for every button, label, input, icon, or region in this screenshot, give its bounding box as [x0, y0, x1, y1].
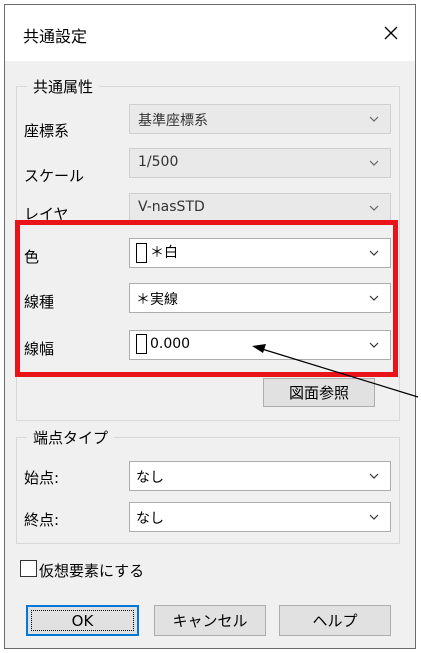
close-button[interactable] — [375, 17, 407, 49]
virtual-element-label: 仮想要素にする — [39, 562, 145, 580]
coord-value: 基準座標系 — [138, 113, 208, 129]
chevron-down-icon — [369, 205, 379, 211]
start-point-label: 始点: — [24, 469, 60, 487]
chevron-down-icon — [369, 473, 379, 479]
chevron-down-icon — [369, 514, 379, 520]
annotation-highlight-box — [15, 220, 398, 377]
coord-select[interactable]: 基準座標系 — [129, 104, 391, 134]
scale-label: スケール — [24, 167, 85, 185]
ok-button[interactable]: OK — [26, 605, 139, 636]
scale-select[interactable]: 1/500 — [129, 148, 391, 178]
common-attributes-title: 共通属性 — [27, 76, 100, 97]
virtual-element-checkbox[interactable] — [20, 560, 37, 577]
coord-label: 座標系 — [24, 122, 70, 140]
help-button[interactable]: ヘルプ — [279, 605, 391, 636]
chevron-down-icon — [369, 160, 379, 166]
chevron-down-icon — [369, 116, 379, 122]
endpoint-type-title: 端点タイプ — [27, 427, 115, 448]
end-point-select[interactable]: なし — [129, 502, 391, 532]
start-point-value: なし — [136, 470, 164, 486]
dialog-title: 共通設定 — [23, 27, 88, 46]
title-bar: 共通設定 — [5, 5, 415, 61]
layer-value: V-nasSTD — [138, 199, 205, 215]
start-point-select[interactable]: なし — [129, 461, 391, 491]
scale-value: 1/500 — [138, 154, 179, 170]
end-point-label: 終点: — [24, 511, 60, 529]
drawing-reference-button[interactable]: 図面参照 — [263, 378, 375, 407]
end-point-value: なし — [136, 511, 164, 527]
close-icon — [384, 26, 398, 40]
layer-select[interactable]: V-nasSTD — [129, 193, 391, 223]
cancel-button[interactable]: キャンセル — [154, 605, 266, 636]
